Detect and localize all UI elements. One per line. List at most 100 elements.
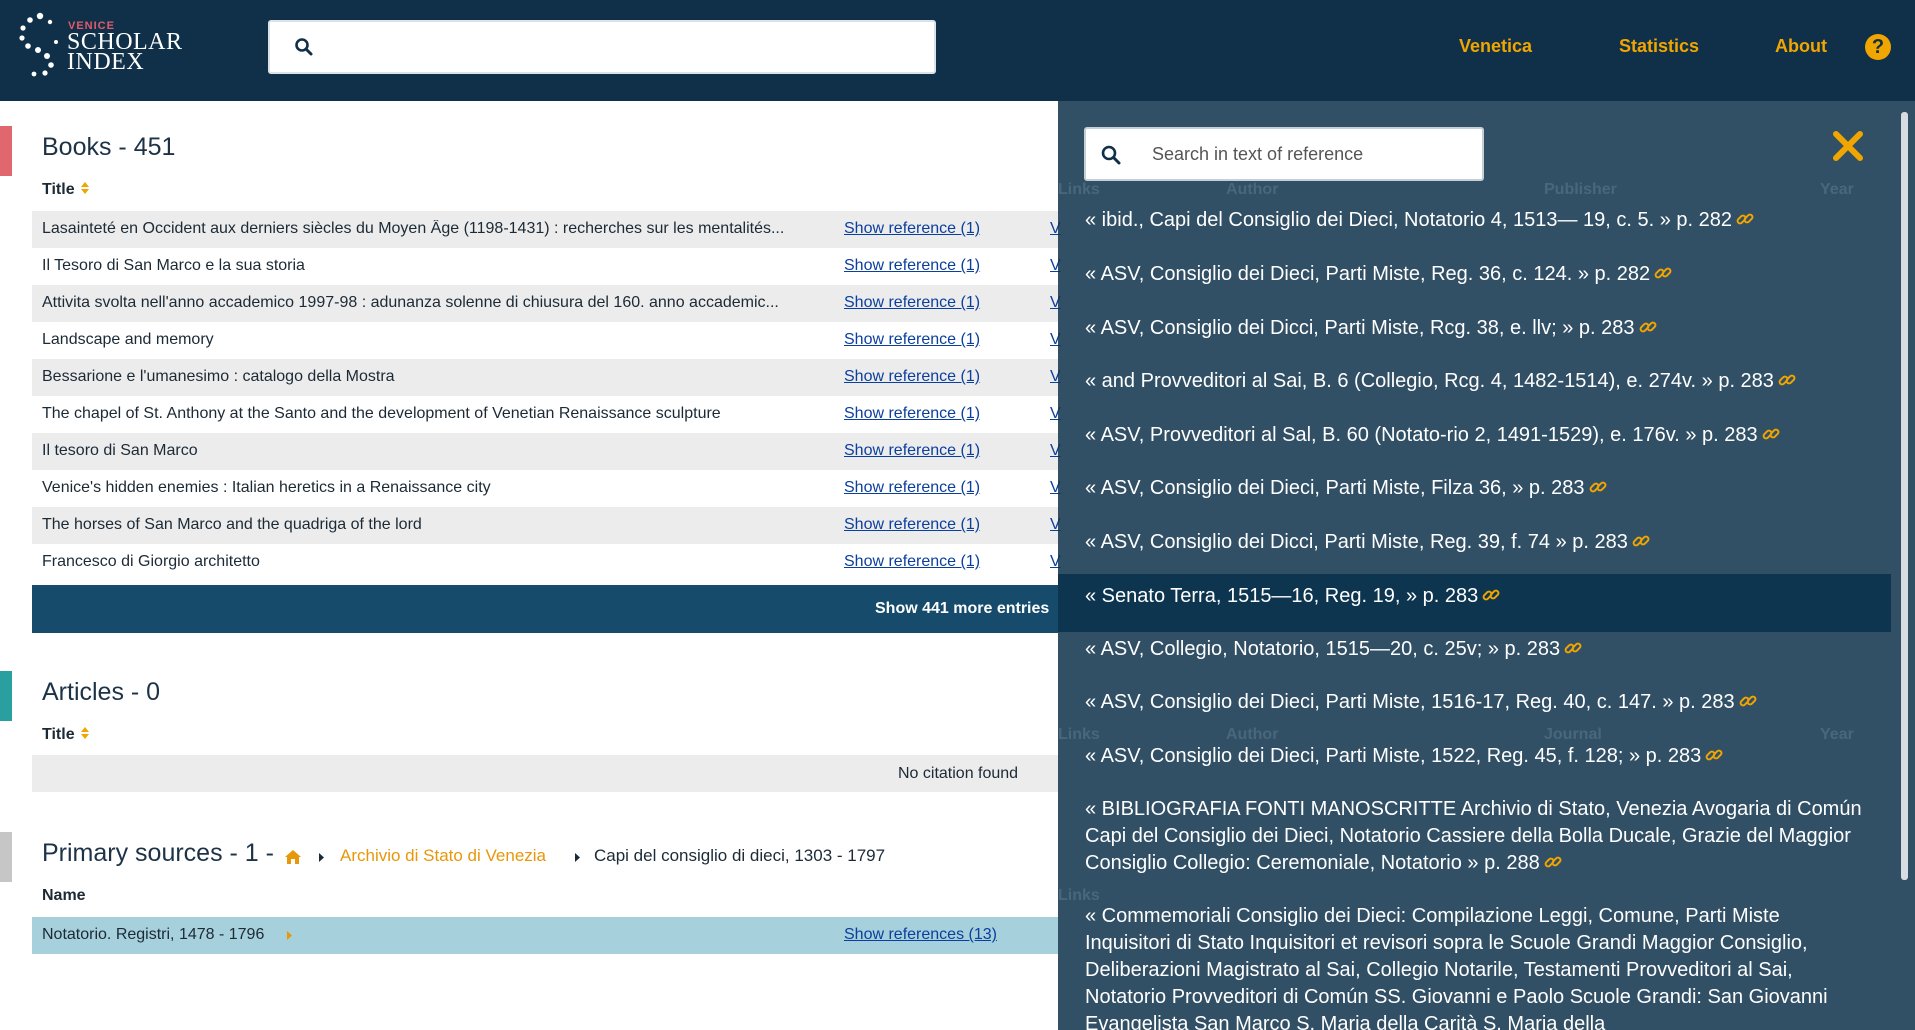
link-icon[interactable] [1705,746,1723,764]
reference-text: « ASV, Collegio, Notatorio, 1515—20, c. … [1085,638,1561,660]
book-title: Il Tesoro di San Marco e la sua storia [42,257,305,274]
book-row: Il Tesoro di San Marco e la sua storia S… [32,248,1061,285]
help-icon[interactable]: ? [1865,34,1891,60]
column-header-label: Title [42,726,75,743]
ghost-header-year: Year [1820,726,1854,743]
expand-arrow-icon[interactable] [286,930,293,941]
sort-icon [80,182,89,194]
articles-title-column-header[interactable]: Title [42,726,90,744]
reference-text: « ASV, Consiglio dei Dicci, Parti Miste,… [1085,317,1635,339]
breadcrumb-archive[interactable]: Archivio di Stato di Venezia [340,846,546,866]
show-reference-link[interactable]: Show reference (1) [844,257,980,275]
reference-text: « ASV, Consiglio dei Dieci, Parti Miste,… [1085,263,1651,285]
reference-text: « ASV, Consiglio dei Dicci, Parti Miste,… [1085,531,1628,553]
ghost-header-author: Author [1226,181,1279,198]
link-icon[interactable] [1654,264,1672,282]
logo-text-main: SCHOLAR INDEX [67,30,183,75]
nav-statistics[interactable]: Statistics [1619,36,1699,57]
show-more-label: Show 441 more entries [875,600,1050,617]
link-icon[interactable] [1778,371,1796,389]
column-header-label: Title [42,181,75,198]
home-icon[interactable] [284,849,302,865]
book-title: Bessarione e l'umanesimo : catalogo dell… [42,368,395,385]
show-references-link[interactable]: Show references (13) [844,926,997,944]
book-title: Il tesoro di San Marco [42,442,198,459]
show-reference-link[interactable]: Show reference (1) [844,220,980,238]
book-row: The horses of San Marco and the quadriga… [32,507,1061,544]
link-icon[interactable] [1482,586,1500,604]
ghost-header-publisher: Publisher [1544,181,1617,198]
references-panel: Links Author Publisher Year Links Author… [1058,101,1915,1030]
link-icon[interactable] [1544,853,1562,871]
top-bar: VENICE SCHOLAR INDEX Venetica Statistics… [0,0,1915,101]
book-title: The horses of San Marco and the quadriga… [42,516,422,533]
reference-item: « ASV, Consiglio dei Dieci, Parti Miste,… [1058,261,1891,288]
books-heading: Books - 451 [42,133,176,161]
link-icon[interactable] [1639,318,1657,336]
ghost-header-links: Links [1058,726,1100,743]
book-row: Venice's hidden enemies : Italian hereti… [32,470,1061,507]
primary-sources-heading: Primary sources - 1 - [42,839,274,867]
reference-item: « ASV, Consiglio dei Dicci, Parti Miste,… [1058,315,1891,342]
book-title: Lasainteté en Occident aux derniers sièc… [42,220,785,237]
nav-about[interactable]: About [1775,36,1827,57]
reference-item: « ibid., Capi del Consiglio dei Dieci, N… [1058,207,1891,234]
reference-text: « and Provveditori al Sai, B. 6 (Collegi… [1085,370,1774,392]
reference-text: « Senato Terra, 1515—16, Reg. 19, » p. 2… [1085,585,1479,607]
link-icon[interactable] [1739,692,1757,710]
reference-item: « ASV, Consiglio dei Dieci, Parti Miste,… [1058,475,1891,502]
book-row: The chapel of St. Anthony at the Santo a… [32,396,1061,433]
close-icon[interactable] [1830,128,1866,164]
reference-text: « Commemoriali Consiglio dei Dieci: Comp… [1085,905,1828,1030]
main-content: Books - 451 Title Lasainteté en Occident… [0,101,1061,1030]
logo-dots-icon [19,12,58,77]
link-icon[interactable] [1736,210,1754,228]
show-reference-link[interactable]: Show reference (1) [844,331,980,349]
link-icon[interactable] [1564,639,1582,657]
show-reference-link[interactable]: Show reference (1) [844,516,980,534]
site-logo[interactable]: VENICE SCHOLAR INDEX [18,12,182,82]
articles-section-marker [0,671,12,721]
books-title-column-header[interactable]: Title [42,181,90,199]
reference-search-input[interactable] [1152,141,1472,167]
show-reference-link[interactable]: Show reference (1) [844,294,980,312]
show-reference-link[interactable]: Show reference (1) [844,442,980,460]
breadcrumb-current: Capi del consiglio di dieci, 1303 - 1797 [594,846,886,865]
logo-line-index: INDEX [67,49,145,75]
reference-item: « ASV, Collegio, Notatorio, 1515—20, c. … [1058,636,1891,663]
show-reference-link[interactable]: Show reference (1) [844,405,980,423]
link-icon[interactable] [1589,478,1607,496]
link-icon[interactable] [1632,532,1650,550]
link-icon[interactable] [1762,425,1780,443]
global-search-input[interactable] [268,20,936,74]
ghost-header-links: Links [1058,181,1100,198]
book-row: Lasainteté en Occident aux derniers sièc… [32,211,1061,248]
reference-search-field[interactable] [1084,127,1484,181]
ghost-header-year: Year [1820,181,1854,198]
reference-item: « ASV, Consiglio dei Dieci, Parti Miste,… [1058,689,1891,716]
reference-item: « and Provveditori al Sai, B. 6 (Collegi… [1058,368,1891,395]
show-reference-link[interactable]: Show reference (1) [844,479,980,497]
reference-item: « ASV, Consiglio dei Dieci, Parti Miste,… [1058,743,1891,770]
reference-item: « ASV, Consiglio dei Dicci, Parti Miste,… [1058,529,1891,556]
primary-source-row[interactable]: Notatorio. Registri, 1478 - 1796 Show re… [32,917,1058,954]
show-reference-link[interactable]: Show reference (1) [844,368,980,386]
book-title: The chapel of St. Anthony at the Santo a… [42,405,721,422]
no-citation-row: No citation found [32,755,1058,792]
search-icon [295,38,313,56]
primary-name-column-header[interactable]: Name [42,887,86,905]
book-row: Attivita svolta nell'anno accademico 199… [32,285,1061,322]
show-more-entries-button[interactable]: Show 441 more entries [32,585,1058,633]
no-citation-text: No citation found [898,765,1019,782]
breadcrumb-arrow-icon [575,853,580,862]
search-icon [1101,145,1121,165]
book-row: Francesco di Giorgio architetto Show ref… [32,544,1061,581]
reference-text: « ibid., Capi del Consiglio dei Dieci, N… [1085,209,1733,231]
reference-text: « ASV, Provveditori al Sal, B. 60 (Notat… [1085,424,1758,446]
ghost-header-journal: Journal [1544,726,1602,743]
panel-scrollbar[interactable] [1901,112,1908,880]
nav-venetica[interactable]: Venetica [1459,36,1532,57]
reference-item: « Commemoriali Consiglio dei Dieci: Comp… [1058,903,1891,1030]
primary-source-title: Notatorio. Registri, 1478 - 1796 [42,926,265,943]
show-reference-link[interactable]: Show reference (1) [844,553,980,571]
